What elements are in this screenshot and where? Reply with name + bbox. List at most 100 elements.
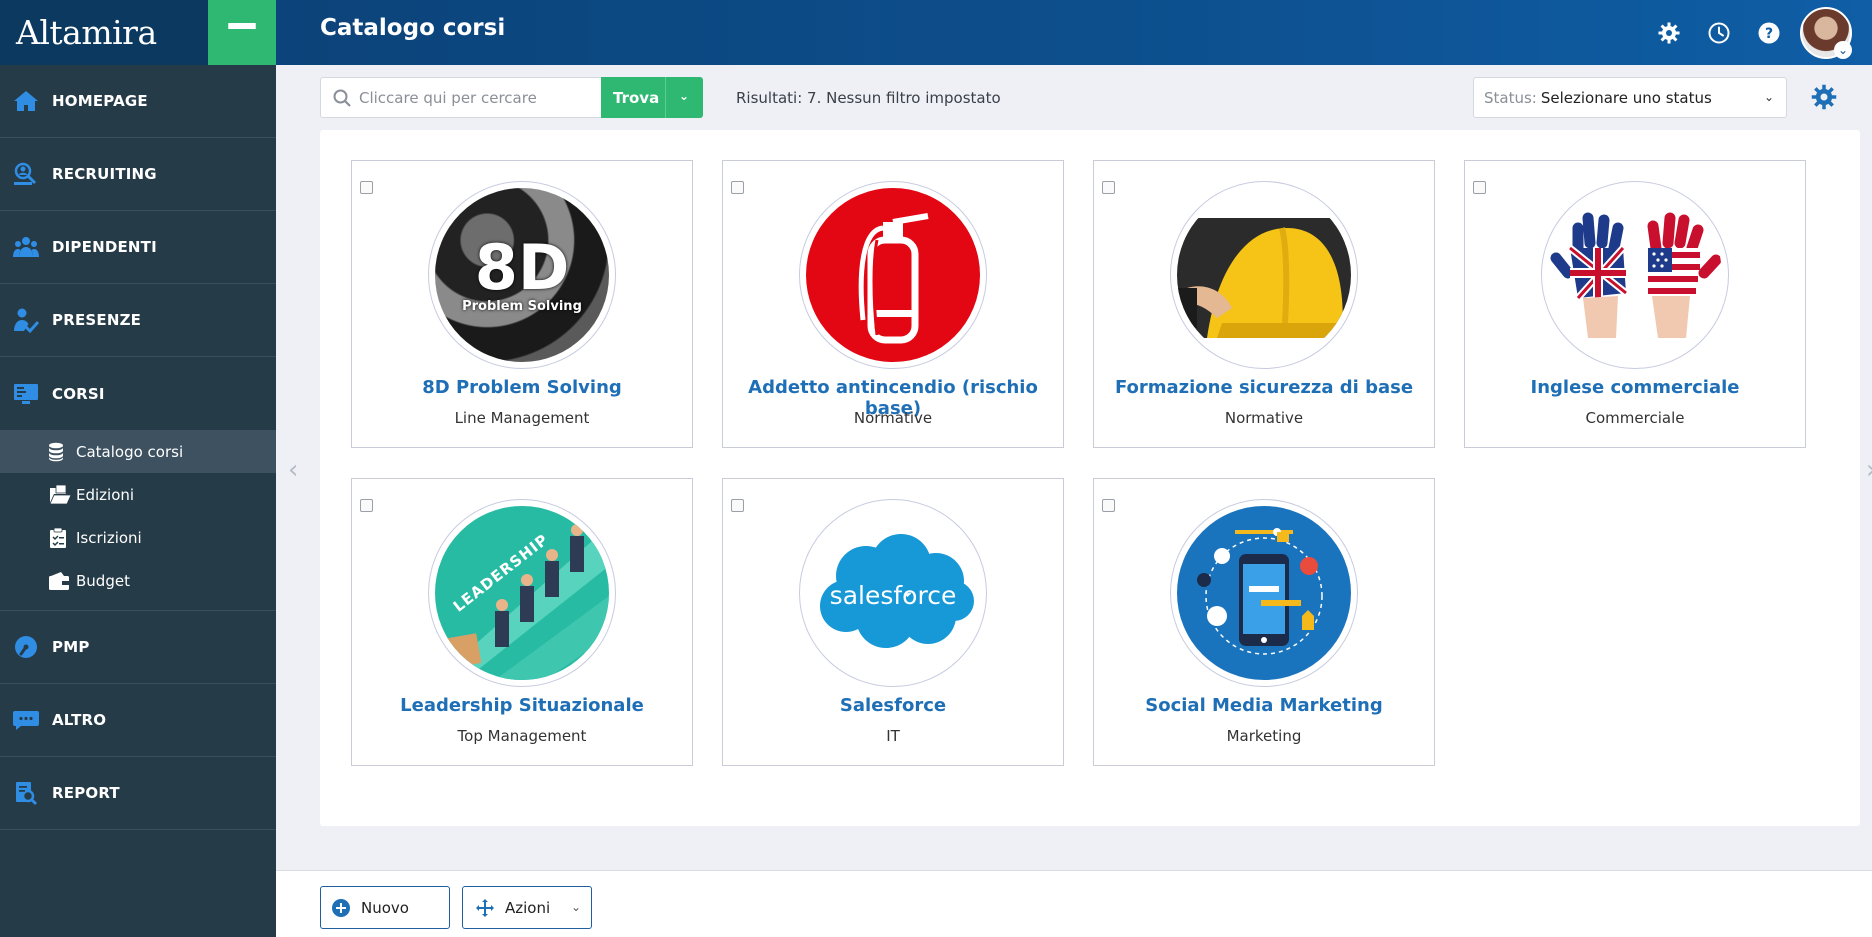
course-title[interactable]: Leadership Situazionale xyxy=(352,695,692,716)
course-card[interactable]: 8D Problem Solving 8D Problem Solving Li… xyxy=(351,160,693,448)
actions-button-label: Azioni xyxy=(505,898,551,917)
sidebar-subitem-catalogo-corsi[interactable]: Catalogo corsi xyxy=(0,430,276,473)
course-card[interactable]: Inglese commerciale Commerciale xyxy=(1464,160,1806,448)
course-image xyxy=(1170,181,1358,369)
course-category: IT xyxy=(886,727,900,745)
course-image-title: salesforce xyxy=(829,580,957,610)
course-card[interactable]: Addetto antincendio (rischio base) Norma… xyxy=(722,160,1064,448)
sidebar-group-corsi: CORSI Catalogo corsi Edizioni Iscrizioni xyxy=(0,357,276,611)
card-checkbox[interactable] xyxy=(731,181,744,194)
chevron-down-icon[interactable]: ⌄ xyxy=(679,89,689,103)
course-card[interactable]: LEADERSHIP Leadership Situazionale Top M… xyxy=(351,478,693,766)
help-button[interactable]: ? xyxy=(1744,8,1794,58)
view-settings-button[interactable] xyxy=(1807,80,1841,114)
course-title[interactable]: Inglese commerciale xyxy=(1465,377,1805,398)
sidebar: HOMEPAGE RECRUITING DIPENDENTI PRESENZE … xyxy=(0,65,276,937)
gauge-icon xyxy=(0,634,52,660)
course-title[interactable]: Salesforce xyxy=(723,695,1063,716)
actions-button[interactable]: Azioni ⌄ xyxy=(462,886,592,929)
hamburger-icon xyxy=(228,22,256,43)
settings-button[interactable] xyxy=(1644,8,1694,58)
logo[interactable]: Altamira xyxy=(0,0,208,65)
sidebar-item-presenze[interactable]: PRESENZE xyxy=(0,284,276,357)
sidebar-subitem-label: Budget xyxy=(76,571,130,590)
wallet-icon xyxy=(48,571,76,591)
sidebar-item-corsi[interactable]: CORSI xyxy=(0,357,276,430)
status-value: Selezionare uno status xyxy=(1540,88,1712,107)
new-button[interactable]: Nuovo xyxy=(320,886,450,929)
card-checkbox[interactable] xyxy=(360,499,373,512)
search-input[interactable] xyxy=(359,88,579,107)
course-category: Commerciale xyxy=(1585,409,1685,427)
plus-circle-icon xyxy=(331,898,351,918)
course-image xyxy=(1541,181,1729,369)
sidebar-item-dipendenti[interactable]: DIPENDENTI xyxy=(0,211,276,284)
course-category: Marketing xyxy=(1226,727,1302,745)
leadership-illustration: LEADERSHIP xyxy=(435,506,609,680)
card-checkbox[interactable] xyxy=(1473,181,1486,194)
course-card[interactable]: Formazione sicurezza di base Normative xyxy=(1093,160,1435,448)
sidebar-item-report[interactable]: REPORT xyxy=(0,757,276,830)
chevron-left-icon[interactable]: ‹ xyxy=(288,455,298,485)
sidebar-item-altro[interactable]: ALTRO xyxy=(0,684,276,757)
find-button[interactable]: Trova ⌄ xyxy=(601,77,703,118)
sidebar-subitem-budget[interactable]: Budget xyxy=(0,559,276,602)
course-category: Normative xyxy=(1224,409,1304,427)
sidebar-subitem-edizioni[interactable]: Edizioni xyxy=(0,473,276,516)
salesforce-logo: salesforce xyxy=(806,506,980,680)
search-field[interactable] xyxy=(320,77,602,118)
course-title[interactable]: 8D Problem Solving xyxy=(352,377,692,398)
report-search-icon xyxy=(0,780,52,806)
chat-bubble-icon xyxy=(0,708,52,732)
course-title[interactable]: Formazione sicurezza di base xyxy=(1094,377,1434,398)
sidebar-subitem-iscrizioni[interactable]: Iscrizioni xyxy=(0,516,276,559)
course-card[interactable]: Social Media Marketing Marketing xyxy=(1093,478,1435,766)
card-checkbox[interactable] xyxy=(731,499,744,512)
corsi-submenu: Catalogo corsi Edizioni Iscrizioni Budge… xyxy=(0,430,276,610)
sidebar-item-label: HOMEPAGE xyxy=(52,92,148,110)
chevron-down-icon: ⌄ xyxy=(1763,90,1774,104)
fire-extinguisher-icon xyxy=(806,188,980,362)
sidebar-item-pmp[interactable]: PMP xyxy=(0,611,276,684)
move-arrows-icon xyxy=(475,898,495,918)
clock-icon xyxy=(1708,22,1730,43)
course-title[interactable]: Social Media Marketing xyxy=(1094,695,1434,716)
course-card[interactable]: salesforce Salesforce IT xyxy=(722,478,1064,766)
page-title: Catalogo corsi xyxy=(320,15,506,41)
status-label: Status: xyxy=(1484,88,1537,107)
course-image xyxy=(799,181,987,369)
course-image-title: 8D xyxy=(474,230,570,304)
top-bar: Altamira Catalogo corsi ? ⌄ xyxy=(0,0,1872,65)
chevron-down-icon: ⌄ xyxy=(570,900,581,914)
menu-toggle-button[interactable] xyxy=(208,0,276,65)
sidebar-item-recruiting[interactable]: RECRUITING xyxy=(0,138,276,211)
course-category: Top Management xyxy=(457,727,587,745)
bottom-action-bar: Nuovo Azioni ⌄ xyxy=(276,870,1872,937)
monitor-course-icon xyxy=(0,382,52,406)
sidebar-item-homepage[interactable]: HOMEPAGE xyxy=(0,65,276,138)
sidebar-subitem-label: Iscrizioni xyxy=(76,528,142,547)
attendance-icon xyxy=(0,307,52,333)
card-checkbox[interactable] xyxy=(1102,499,1115,512)
button-divider xyxy=(665,77,666,118)
sidebar-item-label: PMP xyxy=(52,638,90,656)
course-category: Line Management xyxy=(454,409,590,427)
users-group-icon xyxy=(0,235,52,259)
help-icon: ? xyxy=(1758,22,1780,43)
sidebar-item-label: CORSI xyxy=(52,384,105,403)
sidebar-subitem-label: Edizioni xyxy=(76,485,135,504)
results-summary: Risultati: 7. Nessun filtro impostato xyxy=(736,89,1001,107)
card-checkbox[interactable] xyxy=(360,181,373,194)
sidebar-item-label: REPORT xyxy=(52,784,120,802)
gear-icon xyxy=(1811,84,1837,110)
course-image: LEADERSHIP xyxy=(428,499,616,687)
chevron-right-icon[interactable]: › xyxy=(1866,455,1872,485)
flag-hands-icon xyxy=(1548,188,1722,362)
status-select[interactable]: Status: Selezionare uno status ⌄ xyxy=(1473,77,1787,118)
course-image: salesforce xyxy=(799,499,987,687)
top-actions: ? ⌄ xyxy=(1644,0,1852,65)
history-button[interactable] xyxy=(1694,8,1744,58)
avatar[interactable]: ⌄ xyxy=(1800,6,1852,59)
sidebar-item-label: PRESENZE xyxy=(52,311,142,329)
card-checkbox[interactable] xyxy=(1102,181,1115,194)
